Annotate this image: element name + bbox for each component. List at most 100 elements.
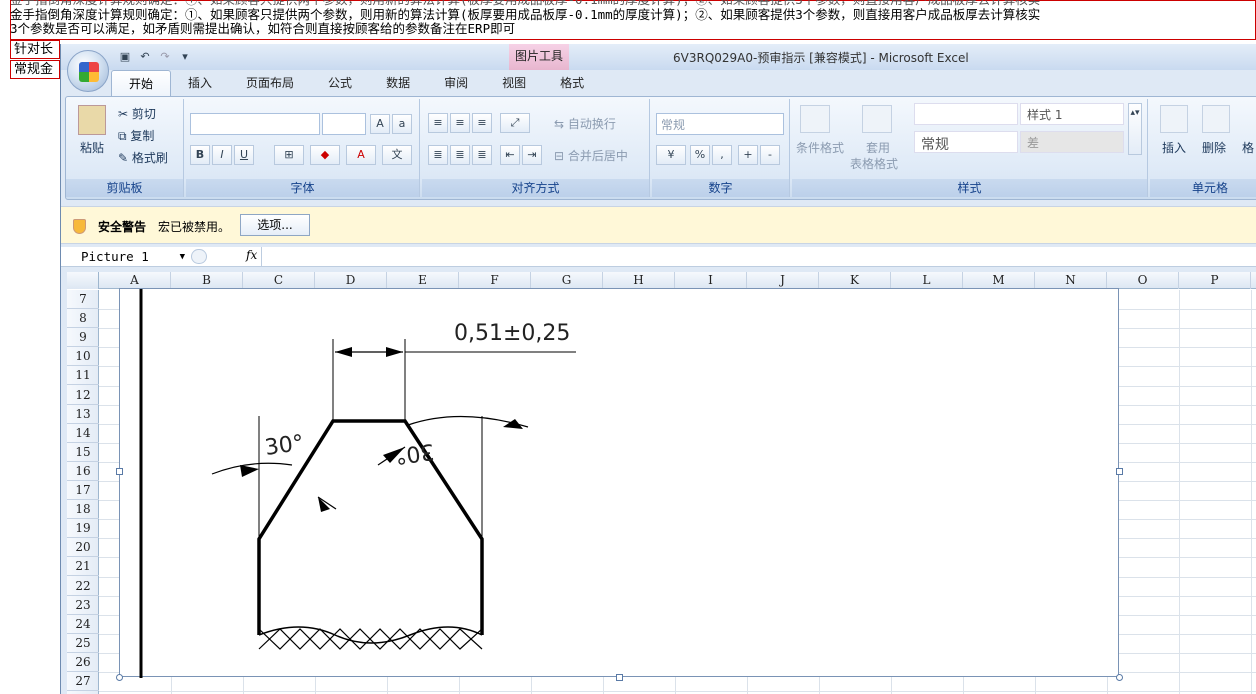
comma-button[interactable]: , xyxy=(712,145,732,165)
increase-decimal-button[interactable]: + xyxy=(738,145,758,165)
column-header-G[interactable]: G xyxy=(531,272,603,289)
resize-handle-bottom[interactable] xyxy=(616,674,623,681)
column-header-L[interactable]: L xyxy=(891,272,963,289)
table-format-button-line1[interactable]: 套用 xyxy=(866,139,890,156)
tab-formulas[interactable]: 公式 xyxy=(311,70,369,96)
style-bad[interactable]: 差 xyxy=(1020,131,1124,153)
shrink-font-button[interactable]: a xyxy=(392,114,412,134)
column-header-J[interactable]: J xyxy=(747,272,819,289)
grow-font-button[interactable]: A xyxy=(370,114,390,134)
picture-1[interactable]: 0,51±0,25 30° 30° xyxy=(119,288,1119,678)
insert-cells-button[interactable]: 插入 xyxy=(1162,139,1186,156)
tab-data[interactable]: 数据 xyxy=(369,70,427,96)
tab-review[interactable]: 审阅 xyxy=(427,70,485,96)
font-name-select[interactable] xyxy=(190,113,320,135)
format-painter-button[interactable]: ✎ 格式刷 xyxy=(118,149,168,166)
align-right-button[interactable]: ≣ xyxy=(472,145,492,165)
currency-button[interactable]: ¥ xyxy=(656,145,686,165)
align-center-button[interactable]: ≣ xyxy=(450,145,470,165)
security-options-button[interactable]: 选项... xyxy=(240,214,310,236)
redo-icon[interactable]: ↷ xyxy=(157,49,173,65)
percent-button[interactable]: % xyxy=(690,145,710,165)
table-format-button-line2[interactable]: 表格格式 xyxy=(850,155,898,172)
undo-icon[interactable]: ↶ xyxy=(137,49,153,65)
resize-handle-right[interactable] xyxy=(1116,468,1123,475)
wrap-text-button[interactable]: ⇆ 自动换行 xyxy=(554,115,616,132)
row-header-22[interactable]: 22 xyxy=(67,577,99,596)
conditional-format-button[interactable]: 条件格式 xyxy=(796,139,844,156)
column-header-A[interactable]: A xyxy=(99,272,171,289)
orientation-button[interactable]: ⤢ xyxy=(500,113,530,133)
row-header-15[interactable]: 15 xyxy=(67,443,99,462)
column-header-H[interactable]: H xyxy=(603,272,675,289)
tab-view[interactable]: 视图 xyxy=(485,70,543,96)
row-header-8[interactable]: 8 xyxy=(67,309,99,329)
style-1[interactable]: 样式 1 xyxy=(1020,103,1124,125)
align-top-button[interactable]: ≡ xyxy=(428,113,448,133)
style-blank[interactable] xyxy=(914,103,1018,125)
column-header-C[interactable]: C xyxy=(243,272,315,289)
borders-button[interactable]: ⊞ xyxy=(274,145,304,165)
underline-button[interactable]: U xyxy=(234,145,254,165)
worksheet-grid[interactable]: ABCDEFGHIJKLMNOP 7 8 9 10 11 12 13 14 15 16 17 18 19… xyxy=(67,272,1256,694)
row-header-24[interactable]: 24 xyxy=(67,615,99,634)
column-header-O[interactable]: O xyxy=(1107,272,1179,289)
column-header-F[interactable]: F xyxy=(459,272,531,289)
row-header-26[interactable]: 26 xyxy=(67,653,99,672)
resize-handle-bottom-left[interactable] xyxy=(116,674,123,681)
column-header-I[interactable]: I xyxy=(675,272,747,289)
decrease-indent-button[interactable]: ⇤ xyxy=(500,145,520,165)
select-all-corner[interactable] xyxy=(67,272,99,289)
column-header-B[interactable]: B xyxy=(171,272,243,289)
row-header-11[interactable]: 11 xyxy=(67,366,99,386)
fill-color-button[interactable]: ◆ xyxy=(310,145,340,165)
column-header-E[interactable]: E xyxy=(387,272,459,289)
styles-scroll[interactable]: ▴▾ xyxy=(1128,103,1142,155)
column-header-P[interactable]: P xyxy=(1179,272,1251,289)
formula-cancel-icon[interactable] xyxy=(191,249,207,264)
tab-format[interactable]: 格式 xyxy=(543,70,601,96)
save-icon[interactable]: ▣ xyxy=(117,49,133,65)
style-normal[interactable]: 常规 xyxy=(914,131,1018,153)
row-header-12[interactable]: 12 xyxy=(67,386,99,405)
italic-button[interactable]: I xyxy=(212,145,232,165)
insert-function-icon[interactable]: fx xyxy=(246,248,257,262)
row-header-19[interactable]: 19 xyxy=(67,519,99,539)
paste-button[interactable]: 粘贴 xyxy=(80,139,104,156)
resize-handle-bottom-right[interactable] xyxy=(1116,674,1123,681)
customize-qat-icon[interactable]: ▾ xyxy=(177,49,193,65)
row-header-17[interactable]: 17 xyxy=(67,481,99,500)
row-header-7[interactable]: 7 xyxy=(67,290,99,309)
column-header-K[interactable]: K xyxy=(819,272,891,289)
cut-button[interactable]: ✂ 剪切 xyxy=(118,105,156,122)
align-left-button[interactable]: ≣ xyxy=(428,145,448,165)
align-middle-button[interactable]: ≡ xyxy=(450,113,470,133)
row-header-13[interactable]: 13 xyxy=(67,405,99,424)
align-bottom-button[interactable]: ≡ xyxy=(472,113,492,133)
format-cells-button[interactable]: 格 xyxy=(1242,139,1254,156)
resize-handle-left[interactable] xyxy=(116,468,123,475)
delete-cells-button[interactable]: 删除 xyxy=(1202,139,1226,156)
tab-home[interactable]: 开始 xyxy=(111,70,172,96)
row-header-21[interactable]: 21 xyxy=(67,557,99,577)
row-header-20[interactable]: 20 xyxy=(67,538,99,558)
column-header-M[interactable]: M xyxy=(963,272,1035,289)
merge-center-button[interactable]: ⊟ 合并后居中 xyxy=(554,147,628,164)
row-header-23[interactable]: 23 xyxy=(67,596,99,615)
tab-insert[interactable]: 插入 xyxy=(171,70,229,96)
row-header-9[interactable]: 9 xyxy=(67,328,99,348)
row-header-10[interactable]: 10 xyxy=(67,347,99,367)
chevron-down-icon[interactable]: ▼ xyxy=(180,248,185,266)
row-header-16[interactable]: 16 xyxy=(67,462,99,481)
decrease-decimal-button[interactable]: - xyxy=(760,145,780,165)
office-button[interactable] xyxy=(67,50,109,92)
column-header-D[interactable]: D xyxy=(315,272,387,289)
row-header-27[interactable]: 27 xyxy=(67,672,99,691)
copy-button[interactable]: ⧉ 复制 xyxy=(118,127,154,144)
tab-page-layout[interactable]: 页面布局 xyxy=(229,70,311,96)
phonetic-button[interactable]: 文 xyxy=(382,145,412,165)
row-header-25[interactable]: 25 xyxy=(67,634,99,653)
row-header-18[interactable]: 18 xyxy=(67,500,99,520)
number-format-select[interactable]: 常规 xyxy=(656,113,784,135)
column-header-N[interactable]: N xyxy=(1035,272,1107,289)
